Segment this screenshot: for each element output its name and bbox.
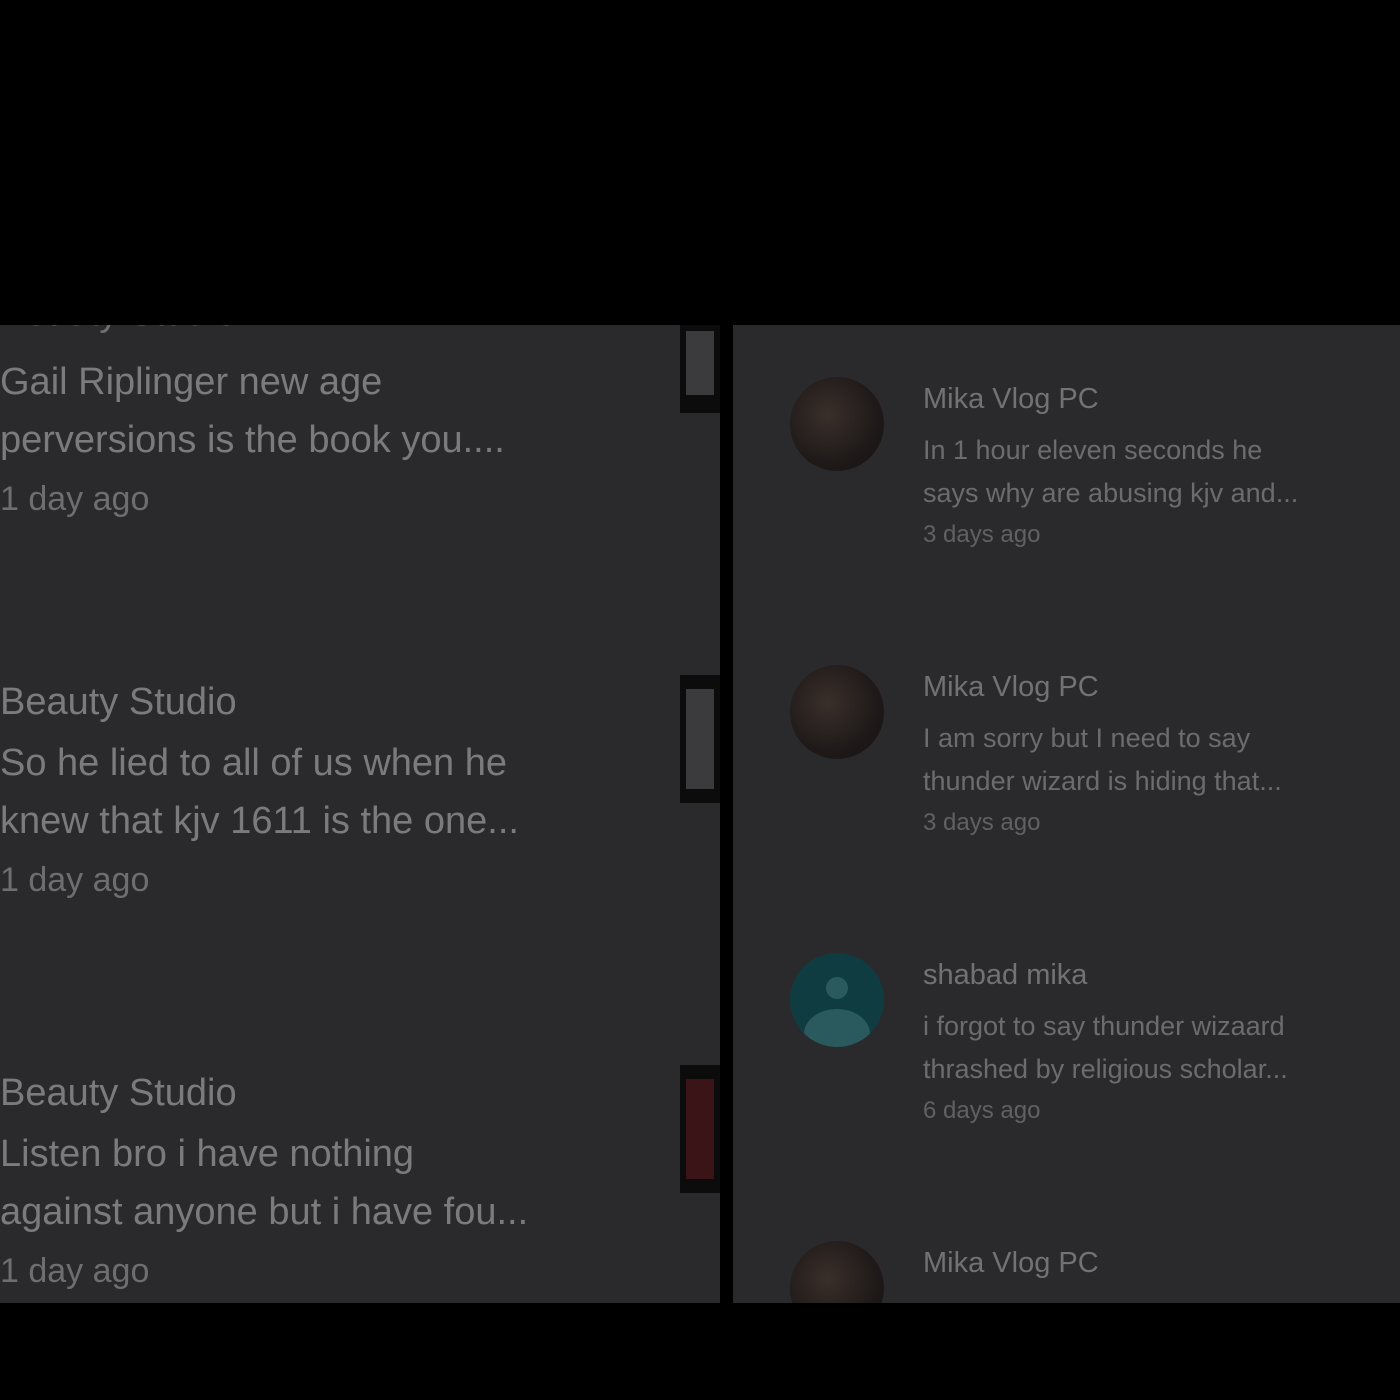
comment-author[interactable]: Mika Vlog PC xyxy=(923,1245,1383,1281)
comment-author[interactable]: shabad mika xyxy=(923,957,1383,993)
comment-body: Mika Vlog PC I am sorry but I need to sa… xyxy=(923,669,1383,839)
comment-text: So he lied to all of us when he knew tha… xyxy=(0,742,519,842)
comment-author-cut: Beauty Studio xyxy=(0,325,237,335)
comment-body: Mika Vlog PC In 1 hour eleven seconds he… xyxy=(923,381,1383,551)
video-thumbnail[interactable] xyxy=(680,1065,720,1193)
comment-timestamp: 3 days ago xyxy=(923,809,1041,836)
comment-timestamp: 3 days ago xyxy=(923,521,1041,548)
person-head-icon xyxy=(826,977,848,999)
video-thumbnail[interactable] xyxy=(680,325,720,413)
default-person-avatar[interactable] xyxy=(790,953,884,1047)
comment-author[interactable]: Beauty Studio xyxy=(0,1071,640,1115)
comment-text: Gail Riplinger new age perversions is th… xyxy=(0,361,505,461)
comment-timestamp: 1 day ago xyxy=(0,480,150,518)
comment-item[interactable]: Beauty Studio Listen bro i have nothing … xyxy=(0,1071,640,1291)
comment-timestamp: 1 day ago xyxy=(0,861,150,899)
comment-author[interactable]: Beauty Studio xyxy=(0,680,640,724)
comment-author[interactable]: Mika Vlog PC xyxy=(923,381,1383,417)
top-black-bar xyxy=(0,0,1400,325)
right-comments-panel[interactable]: Mika Vlog PC In 1 hour eleven seconds he… xyxy=(733,325,1400,1303)
person-body-icon xyxy=(804,1009,870,1047)
bottom-black-bar xyxy=(0,1303,1400,1400)
left-comments-panel[interactable]: Beauty Studio Gail Riplinger new age per… xyxy=(0,325,720,1303)
comment-text: Listen bro i have nothing against anyone… xyxy=(0,1133,529,1233)
photo-avatar[interactable] xyxy=(790,377,884,471)
photo-avatar[interactable] xyxy=(790,665,884,759)
comment-body: shabad mika i forgot to say thunder wiza… xyxy=(923,957,1383,1127)
thumbnail-image xyxy=(686,331,714,395)
comment-item[interactable]: Beauty Studio So he lied to all of us wh… xyxy=(0,680,640,900)
comment-author[interactable]: Mika Vlog PC xyxy=(923,669,1383,705)
panel-divider xyxy=(720,325,733,1303)
comment-text: In 1 hour eleven seconds he says why are… xyxy=(923,435,1299,508)
comment-timestamp: 1 day ago xyxy=(0,1252,150,1290)
comment-item[interactable]: Gail Riplinger new age perversions is th… xyxy=(0,353,640,519)
comment-timestamp: 6 days ago xyxy=(923,1097,1041,1124)
comment-body: Mika Vlog PC xyxy=(923,1245,1383,1281)
photo-avatar[interactable] xyxy=(790,1241,884,1303)
video-thumbnail[interactable] xyxy=(680,675,720,803)
screen: Beauty Studio Gail Riplinger new age per… xyxy=(0,0,1400,1400)
thumbnail-image xyxy=(686,1079,714,1179)
thumbnail-image xyxy=(686,689,714,789)
comment-text: i forgot to say thunder wizaard thrashed… xyxy=(923,1011,1288,1084)
comment-text: I am sorry but I need to say thunder wiz… xyxy=(923,723,1282,796)
